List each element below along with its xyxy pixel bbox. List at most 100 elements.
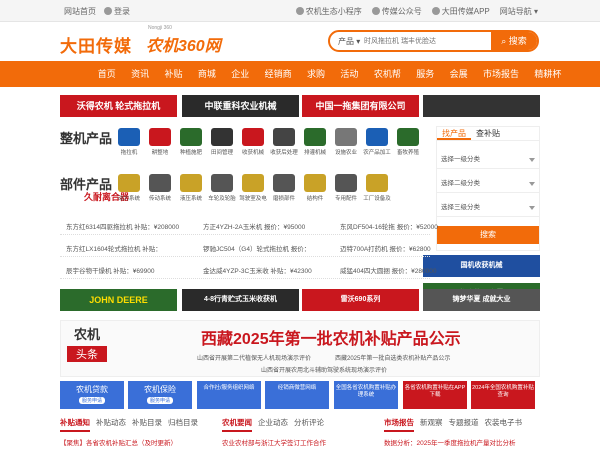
service-chip-1[interactable]: 农机保险 服务申请 (128, 381, 192, 409)
nav-item-10[interactable]: 会展 (442, 61, 475, 87)
product-category-6[interactable]: 排灌机械 (300, 128, 330, 156)
headline-link-1[interactable]: 山西省开展第二代植保无人机现场演示评价 (197, 353, 311, 362)
home-link[interactable]: 网站首页 (64, 6, 96, 17)
tab-tabs_left-2[interactable]: 补贴目录 (132, 418, 162, 427)
nongji360-logo[interactable]: Nongji 360 农机360网 (146, 25, 221, 56)
part-category-3[interactable]: 车轮及轮胎 (207, 174, 237, 202)
price-item[interactable]: 锣驰JC504（G4）轮式拖拉机 报价： (203, 243, 310, 253)
price-item[interactable]: 东方红6314四驱拖拉机 补贴：¥208000 (66, 221, 179, 231)
ad-john-deere[interactable]: JOHN DEERE (60, 289, 177, 311)
product-category-9[interactable]: 畜牧养殖 (393, 128, 423, 156)
nav-item-0[interactable]: 首页 (90, 61, 123, 87)
tab-tabs_left-1[interactable]: 补贴动态 (96, 418, 126, 427)
ad-huaxia[interactable]: 铸梦华夏 成就大业 (423, 289, 540, 311)
part-icon (273, 174, 295, 192)
subsidy-news-item[interactable]: 【聚焦】各省农机补贴汇总（及时更新） (60, 437, 177, 447)
app-link[interactable]: 大田传媒APP (442, 7, 490, 16)
part-category-1[interactable]: 传动系统 (145, 174, 175, 202)
nav-item-4[interactable]: 企业 (224, 61, 257, 87)
price-item[interactable]: 东风DF504-16轮拖 报价：¥52000 (340, 221, 438, 231)
wechat-link[interactable]: 传媒公众号 (382, 7, 422, 16)
nav-item-3[interactable]: 商城 (190, 61, 223, 87)
part-category-8[interactable]: 工厂设备及 (362, 174, 392, 202)
tab-find-product[interactable]: 找产品 (437, 127, 471, 140)
ad-silage-harvester[interactable]: 4-8行青贮式玉米收获机 (182, 289, 299, 311)
part-category-4[interactable]: 驾驶室及电 (238, 174, 268, 202)
nav-item-7[interactable]: 活动 (333, 61, 366, 87)
part-category-6[interactable]: 结构件 (300, 174, 330, 202)
headline-title[interactable]: 西藏2025年第一批农机补贴产品公示 (201, 325, 461, 349)
price-item[interactable]: 辰宇谷物干燥机 补贴：¥69900 (66, 265, 155, 275)
price-item[interactable]: 方正4YZH-2A玉米机 报价：¥95000 (203, 221, 305, 231)
search-button[interactable]: ⌕ 搜索 (491, 32, 537, 50)
tab-tabs_right-1[interactable]: 新观察 (420, 418, 443, 427)
price-item[interactable]: 金达威4YZP-3C玉米收 补贴：¥42300 (203, 265, 312, 275)
headline-link-2[interactable]: 西藏2025年第一批自选类农机补贴产品公示 (335, 353, 450, 362)
service-chip-5[interactable]: 各省农机购置补贴在APP下载 (403, 381, 467, 409)
part-category-7[interactable]: 专用配件 (331, 174, 361, 202)
headline-link-3[interactable]: 山西省开展农用北斗辅助驾驶系统现场演示评价 (261, 365, 387, 374)
news-tabs: 农机要闻 企业动态 分析评论 (222, 417, 330, 432)
product-category-0[interactable]: 拖拉机 (114, 128, 144, 156)
header: 大田传媒 Nongji 360农机360网 产品 ▾ ⌕ 搜索 (0, 22, 600, 60)
part-category-2[interactable]: 液压系统 (176, 174, 206, 202)
product-category-8[interactable]: 农产品加工 (362, 128, 392, 156)
nav-item-9[interactable]: 服务 (409, 61, 442, 87)
miniapp-link[interactable]: 农机生态小程序 (306, 7, 362, 16)
tab-tabs_mid-0[interactable]: 农机要闻 (222, 418, 252, 432)
site-nav-link[interactable]: 网站导航 (500, 7, 532, 16)
headline-banner[interactable]: 农机 头条 西藏2025年第一批农机补贴产品公示 山西省开展第二代植保无人机现场… (60, 320, 540, 377)
tab-tabs_mid-2[interactable]: 分析评论 (294, 418, 324, 427)
product-category-5[interactable]: 收获后处理 (269, 128, 299, 156)
level1-select[interactable]: 选择一级分类 (437, 151, 539, 169)
nav-item-11[interactable]: 市场报告 (475, 61, 526, 87)
nav-item-6[interactable]: 求购 (299, 61, 332, 87)
product-category-3[interactable]: 田间管理 (207, 128, 237, 156)
nav-item-2[interactable]: 补贴 (157, 61, 190, 87)
product-category-7[interactable]: 设施农业 (331, 128, 361, 156)
ad-lovol[interactable]: 雷沃690系列 (302, 289, 419, 311)
tab-check-subsidy[interactable]: 查补贴 (471, 127, 505, 140)
part-icon (335, 174, 357, 192)
tab-tabs_left-0[interactable]: 补贴通知 (60, 418, 90, 432)
tab-tabs_right-3[interactable]: 农装电子书 (485, 418, 523, 427)
machine-icon (118, 128, 140, 146)
service-chip-3[interactable]: 经销商微营网络 (265, 381, 329, 409)
nav-item-1[interactable]: 资讯 (123, 61, 156, 87)
search-input[interactable] (364, 35, 488, 48)
user-icon (104, 7, 112, 15)
banner-ad-2[interactable]: 中联重科农业机械 (182, 95, 299, 117)
nav-item-12[interactable]: 精耕杯 (527, 61, 569, 87)
service-chip-2[interactable]: 合作社/服务组织网络 (197, 381, 261, 409)
news-item[interactable]: 农业农村部与浙江大学签订工作合作 (222, 437, 326, 447)
level3-select[interactable]: 选择三级分类 (437, 199, 539, 217)
service-chip-6[interactable]: 2024年全国农机购置补贴查询 (471, 381, 535, 409)
part-category-0[interactable]: 动力系统 (114, 174, 144, 202)
search-category-select[interactable]: 产品 ▾ (338, 36, 360, 47)
nav-item-8[interactable]: 农机帮 (366, 61, 408, 87)
banner-ad-3[interactable]: 中国一拖集团有限公司 (302, 95, 419, 117)
part-category-5[interactable]: 磨损部件 (269, 174, 299, 202)
service-chip-0[interactable]: 农机贷款 服务申请 (60, 381, 124, 409)
product-category-2[interactable]: 种植施肥 (176, 128, 206, 156)
tab-tabs_left-3[interactable]: 归档目录 (168, 418, 198, 427)
finder-search-button[interactable]: 搜索 (437, 226, 539, 244)
price-item[interactable]: 威猛404四大圆捆 报价：¥280000 (340, 265, 436, 275)
tab-tabs_right-0[interactable]: 市场报告 (384, 418, 414, 432)
login-link[interactable]: 登录 (114, 7, 130, 16)
nav-item-5[interactable]: 经销商 (257, 61, 299, 87)
site-logo[interactable]: 大田传媒 (60, 32, 132, 57)
level2-select[interactable]: 选择二级分类 (437, 175, 539, 193)
banner-ad-4[interactable] (423, 95, 540, 117)
tab-tabs_right-2[interactable]: 专题报道 (449, 418, 479, 427)
price-item[interactable]: 东方红LX1604轮式拖拉机 补贴： (66, 243, 162, 253)
banner-ad-1[interactable]: 沃得农机 轮式拖拉机 (60, 95, 177, 117)
report-item[interactable]: 数据分析：2025年一季度拖拉机产量对比分析 (384, 437, 515, 447)
product-category-4[interactable]: 收获机械 (238, 128, 268, 156)
tab-tabs_mid-1[interactable]: 企业动态 (258, 418, 288, 427)
report-tabs: 市场报告 新观察 专题报道 农装电子书 (384, 417, 528, 432)
side-ad-1[interactable]: 国机收获机械 (423, 255, 540, 277)
product-category-1[interactable]: 耕整地 (145, 128, 175, 156)
price-item[interactable]: 迈特700A打药机 报价：¥62800 (340, 243, 431, 253)
service-chip-4[interactable]: 全国各省农机购置补贴办理系统 (334, 381, 398, 409)
